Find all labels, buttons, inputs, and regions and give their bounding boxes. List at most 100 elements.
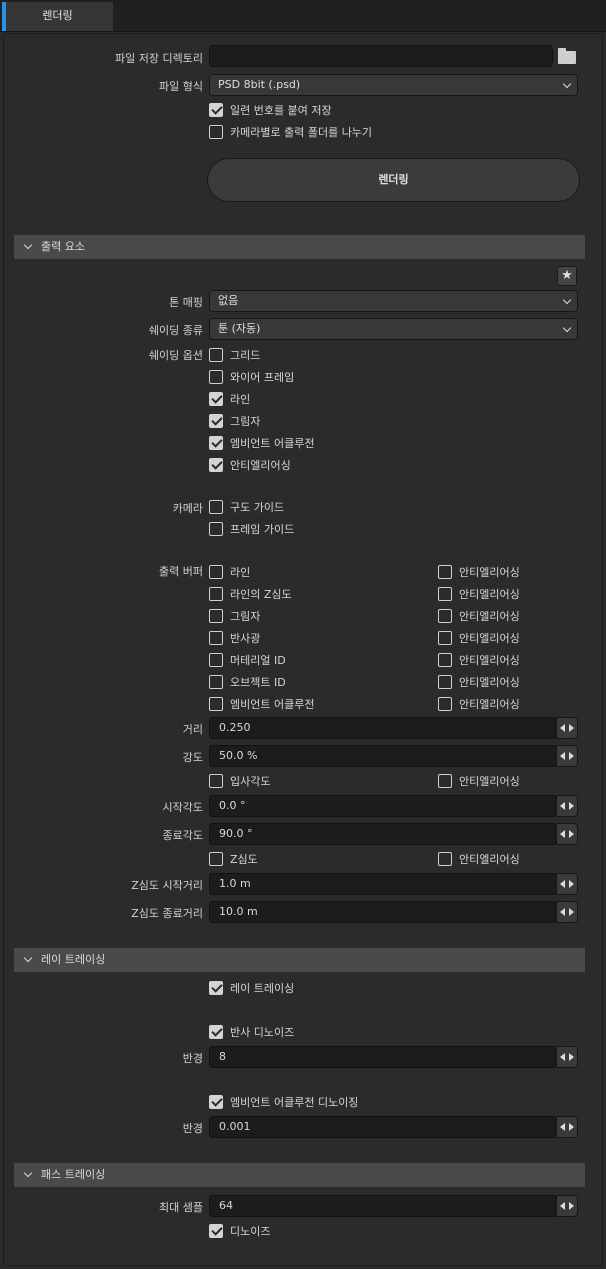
- percam-checkbox[interactable]: [209, 125, 223, 139]
- chevron-down-icon: [562, 295, 572, 305]
- option-ao-label: 엠비언트 어클루전: [230, 437, 315, 450]
- max-samples-label: 최대 샘플: [159, 1201, 203, 1214]
- option-line-checkbox[interactable]: [209, 392, 223, 406]
- buffer-aa-label: 안티엘리어싱: [459, 588, 520, 601]
- section-pathtracing-title: 패스 트레이싱: [41, 1168, 106, 1181]
- shading-value: 툰 (자동): [218, 322, 261, 335]
- ao-denoise-checkbox[interactable]: [209, 1095, 223, 1109]
- buffer-checkbox[interactable]: [209, 587, 223, 601]
- option-shadow-label: 그림자: [230, 415, 261, 428]
- serial-label: 일련 번호를 붙여 저장: [230, 104, 332, 117]
- denoise-checkbox[interactable]: [209, 1224, 223, 1238]
- render-button[interactable]: 렌더링: [207, 158, 580, 202]
- favorite-star-button[interactable]: ★: [557, 266, 577, 286]
- zdepth-checkbox[interactable]: [209, 852, 223, 866]
- buffer-aa-checkbox[interactable]: [438, 565, 452, 579]
- intensity-stepper[interactable]: [556, 745, 578, 767]
- incidence-aa-checkbox[interactable]: [438, 774, 452, 788]
- max-samples-input[interactable]: 64: [209, 1195, 557, 1217]
- chevron-down-icon: [562, 79, 572, 89]
- z-end-stepper[interactable]: [556, 901, 578, 923]
- camera-label: 카메라: [172, 502, 203, 515]
- frame-guide-checkbox[interactable]: [209, 522, 223, 536]
- buffer-aa-label: 안티엘리어싱: [459, 610, 520, 623]
- option-ao-checkbox[interactable]: [209, 436, 223, 450]
- start-angle-stepper[interactable]: [556, 795, 578, 817]
- incidence-checkbox[interactable]: [209, 774, 223, 788]
- buffer-checkbox[interactable]: [209, 631, 223, 645]
- option-grid-label: 그리드: [230, 349, 261, 362]
- zdepth-aa-checkbox[interactable]: [438, 852, 452, 866]
- tab-rendering[interactable]: 렌더링: [2, 2, 113, 31]
- buffer-aa-checkbox[interactable]: [438, 609, 452, 623]
- radius2-stepper[interactable]: [556, 1116, 578, 1138]
- radius2-input[interactable]: 0.001: [209, 1116, 557, 1138]
- option-aa-checkbox[interactable]: [209, 458, 223, 472]
- frame-guide-label: 프레임 가이드: [230, 523, 295, 536]
- buffer-aa-checkbox[interactable]: [438, 675, 452, 689]
- section-output-title: 출력 요소: [41, 240, 85, 253]
- buffer-aa-label: 안티엘리어싱: [459, 566, 520, 579]
- chevron-down-icon: [23, 1168, 33, 1178]
- z-start-stepper[interactable]: [556, 873, 578, 895]
- buffer-item-label: 오브젝트 ID: [230, 676, 286, 689]
- shading-options-label: 쉐이딩 옵션: [148, 349, 203, 362]
- option-shadow-checkbox[interactable]: [209, 414, 223, 428]
- format-select[interactable]: PSD 8bit (.psd): [209, 74, 578, 96]
- chevron-down-icon: [562, 323, 572, 333]
- tone-select[interactable]: 없음: [209, 290, 578, 312]
- render-panel: 파일 저장 디렉토리 파일 형식 PSD 8bit (.psd) 일련 번호를 …: [3, 33, 603, 1266]
- end-angle-input[interactable]: 90.0 °: [209, 823, 557, 845]
- tone-value: 없음: [218, 294, 239, 307]
- option-wireframe-checkbox[interactable]: [209, 370, 223, 384]
- max-samples-stepper[interactable]: [556, 1195, 578, 1217]
- option-grid-checkbox[interactable]: [209, 348, 223, 362]
- dir-input[interactable]: [209, 45, 553, 67]
- radius-label: 반경: [182, 1052, 203, 1065]
- buffer-aa-label: 안티엘리어싱: [459, 654, 520, 667]
- chevron-down-icon: [23, 953, 33, 963]
- buffer-aa-checkbox[interactable]: [438, 587, 452, 601]
- section-raytracing-title: 레이 트레이싱: [41, 953, 106, 966]
- dir-label: 파일 저장 디렉토리: [115, 52, 203, 65]
- z-start-input[interactable]: 1.0 m: [209, 873, 557, 895]
- buffer-item-label: 반사광: [230, 632, 261, 645]
- buffer-aa-checkbox[interactable]: [438, 653, 452, 667]
- buffer-item-label: 그림자: [230, 610, 261, 623]
- section-raytracing[interactable]: 레이 트레이싱: [14, 948, 585, 972]
- option-line-label: 라인: [230, 393, 251, 406]
- incidence-aa-label: 안티엘리어싱: [459, 775, 520, 788]
- distance-input[interactable]: 0.250: [209, 717, 557, 739]
- start-angle-input[interactable]: 0.0 °: [209, 795, 557, 817]
- end-angle-stepper[interactable]: [556, 823, 578, 845]
- buffer-checkbox[interactable]: [209, 565, 223, 579]
- buffer-aa-checkbox[interactable]: [438, 697, 452, 711]
- raytracing-checkbox[interactable]: [209, 981, 223, 995]
- format-label: 파일 형식: [159, 80, 203, 93]
- buffer-checkbox[interactable]: [209, 653, 223, 667]
- buffer-aa-label: 안티엘리어싱: [459, 632, 520, 645]
- start-angle-label: 시작각도: [162, 801, 203, 814]
- chevron-down-icon: [23, 240, 33, 250]
- buffer-aa-label: 안티엘리어싱: [459, 676, 520, 689]
- radius-stepper[interactable]: [556, 1046, 578, 1068]
- shading-select[interactable]: 툰 (자동): [209, 318, 578, 340]
- composition-guide-checkbox[interactable]: [209, 500, 223, 514]
- z-end-input[interactable]: 10.0 m: [209, 901, 557, 923]
- distance-stepper[interactable]: [556, 717, 578, 739]
- section-pathtracing[interactable]: 패스 트레이싱: [14, 1163, 585, 1187]
- buffer-label: 출력 버퍼: [159, 565, 203, 578]
- serial-checkbox[interactable]: [209, 103, 223, 117]
- radius-input[interactable]: 8: [209, 1046, 557, 1068]
- reflect-denoise-checkbox[interactable]: [209, 1025, 223, 1039]
- buffer-checkbox[interactable]: [209, 609, 223, 623]
- zdepth-aa-label: 안티엘리어싱: [459, 853, 520, 866]
- intensity-input[interactable]: 50.0 %: [209, 745, 557, 767]
- section-output[interactable]: 출력 요소: [14, 235, 585, 259]
- option-wireframe-label: 와이어 프레임: [230, 371, 295, 384]
- folder-icon[interactable]: [558, 48, 576, 64]
- buffer-checkbox[interactable]: [209, 697, 223, 711]
- buffer-aa-checkbox[interactable]: [438, 631, 452, 645]
- buffer-checkbox[interactable]: [209, 675, 223, 689]
- z-end-label: Z심도 종료거리: [131, 907, 203, 920]
